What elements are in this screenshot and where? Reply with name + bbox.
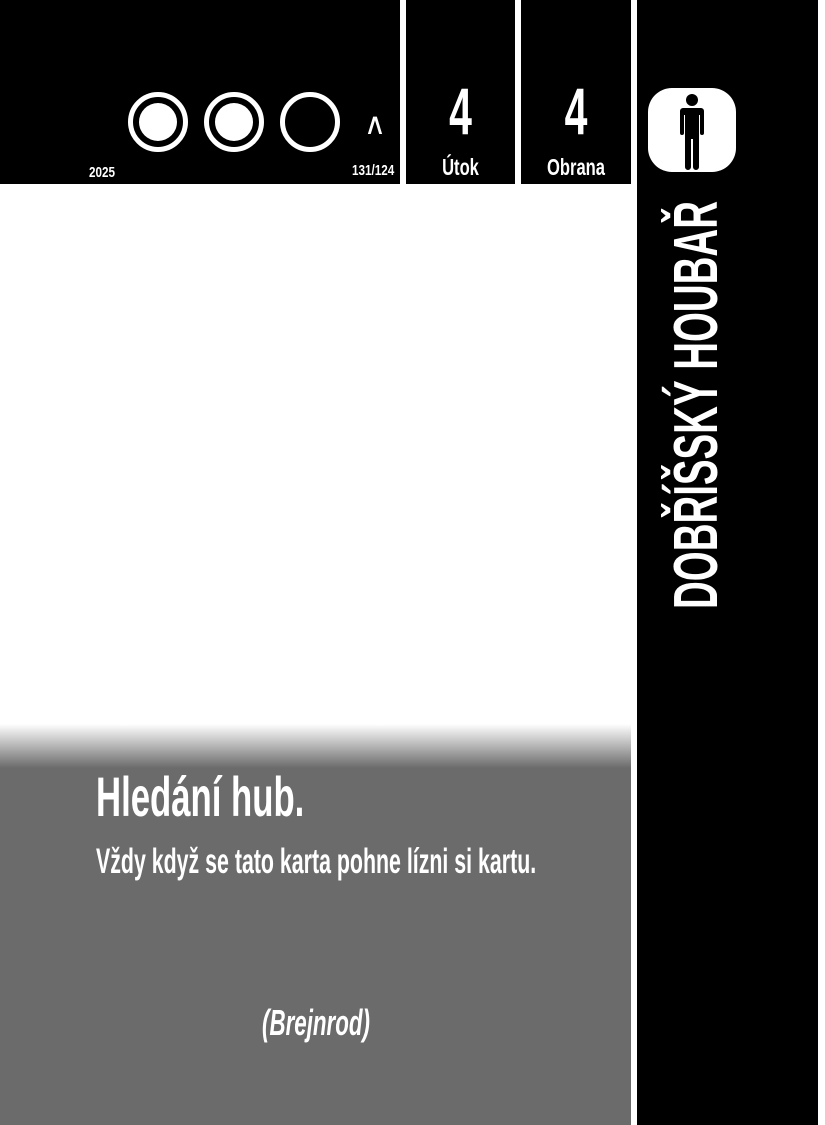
card-header [0, 0, 400, 184]
flavor-author: (Brejnrod) [261, 1002, 370, 1043]
ability-text: Vždy když se tato karta pohne lízni si k… [96, 842, 537, 881]
card-name-area: DOBŘÍŠSKÝ HOUBAŘ [652, 150, 742, 660]
caret-up-icon: ∧ [364, 108, 386, 141]
cost-token-filled-icon [204, 92, 264, 152]
card-border [818, 0, 825, 1125]
defense-value: 4 [564, 74, 588, 148]
cost-token-filled-icon [128, 92, 188, 152]
set-number: 131/124 [352, 162, 395, 179]
attack-stat: 4 Útok [406, 0, 515, 184]
cost-token-empty-icon [280, 92, 340, 152]
card-year: 2025 [89, 164, 116, 181]
flavor-text: (Brejnrod) [0, 1002, 631, 1044]
defense-label: Obrana [547, 154, 605, 180]
card-name: DOBŘÍŠSKÝ HOUBAŘ [662, 201, 731, 609]
attack-label: Útok [442, 154, 479, 180]
ability-title: Hledání hub. [96, 765, 305, 828]
attack-value: 4 [449, 74, 472, 148]
text-panel [0, 724, 631, 1125]
game-card[interactable]: ∧ 2025 131/124 4 Útok 4 Obrana DOBŘÍŠSKÝ… [0, 0, 825, 1125]
defense-stat: 4 Obrana [521, 0, 631, 184]
